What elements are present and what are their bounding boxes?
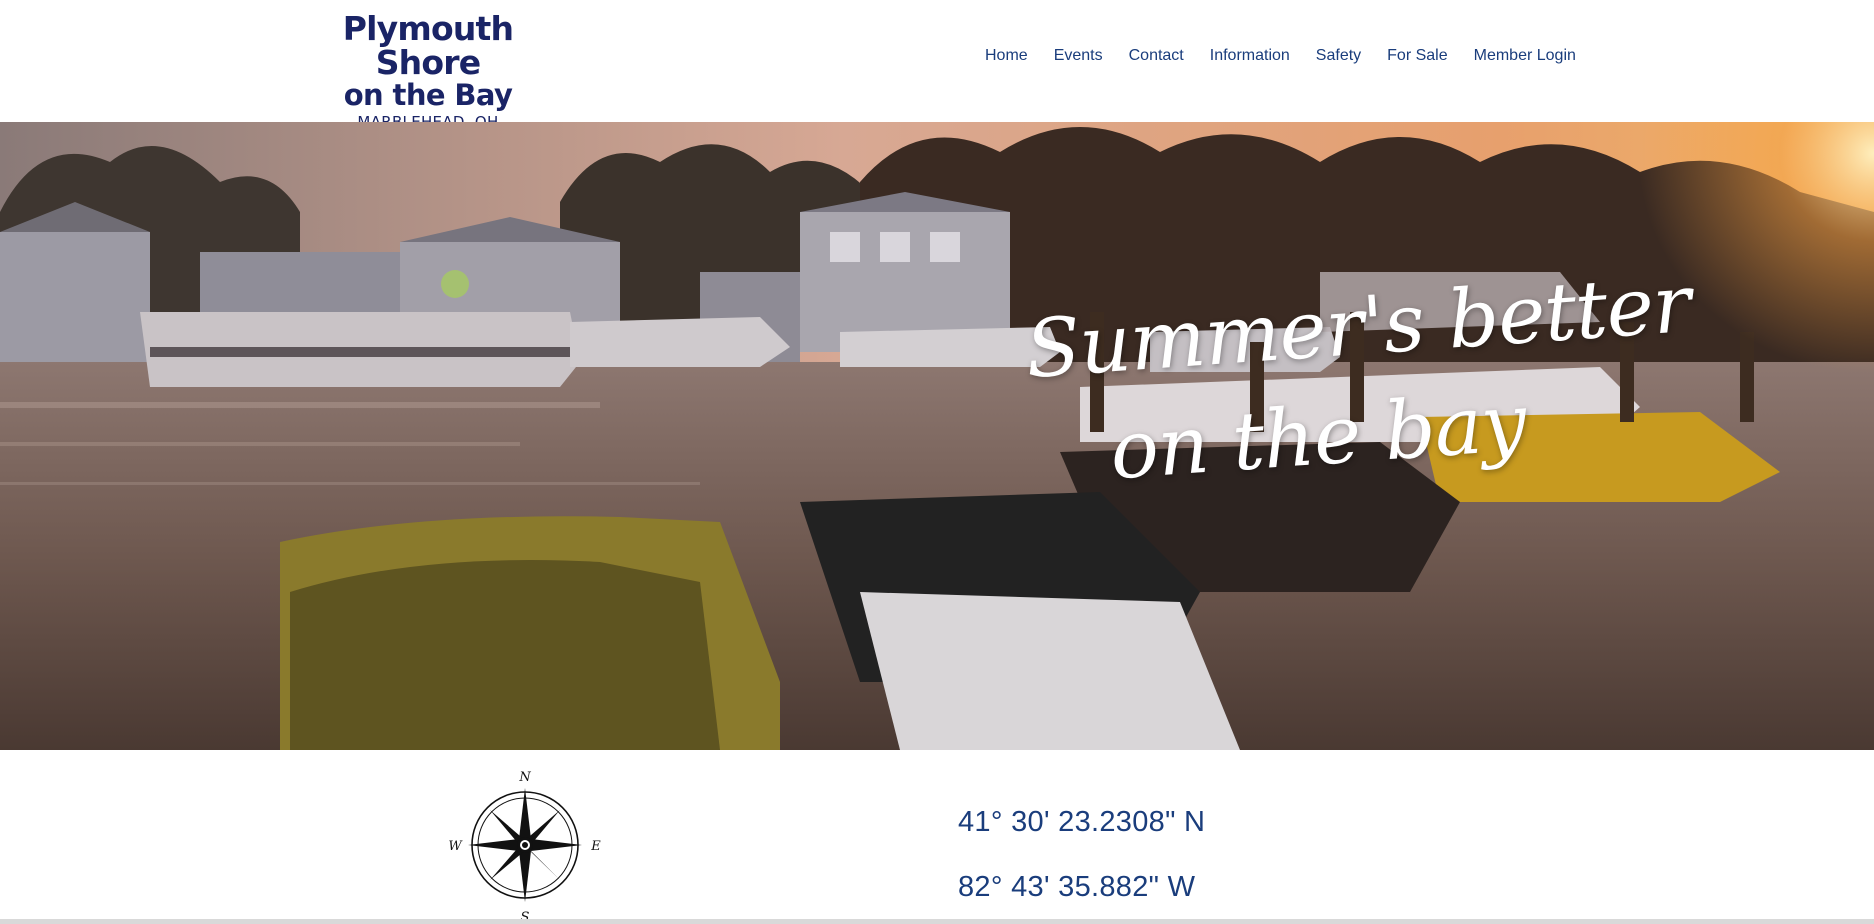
hero-photo [0, 122, 1874, 750]
main-nav: Home Events Contact Information Safety F… [985, 47, 1602, 65]
page-bottom-divider [0, 919, 1874, 924]
longitude-text: 82° 43' 35.882" W [958, 871, 1196, 903]
logo-subtitle: on the Bay [343, 78, 513, 112]
compass-north-label: N [518, 770, 531, 785]
compass-east-label: E [590, 839, 601, 854]
nav-home[interactable]: Home [985, 47, 1028, 65]
nav-events[interactable]: Events [1054, 47, 1103, 65]
site-header: Plymouth Shore on the Bay MARBLEHEAD, OH… [0, 0, 1874, 131]
nav-information[interactable]: Information [1210, 47, 1290, 65]
compass-rose-icon: N S E W [445, 770, 605, 924]
nav-for-sale[interactable]: For Sale [1387, 47, 1447, 65]
logo-title: Plymouth Shore [342, 9, 514, 82]
latitude-text: 41° 30' 23.2308" N [958, 806, 1206, 838]
nav-member-login[interactable]: Member Login [1474, 47, 1576, 65]
nav-contact[interactable]: Contact [1129, 47, 1184, 65]
nav-safety[interactable]: Safety [1316, 47, 1361, 65]
compass-west-label: W [448, 839, 463, 854]
hero-banner: Summer's better on the bay [0, 122, 1874, 750]
site-logo[interactable]: Plymouth Shore on the Bay MARBLEHEAD, OH [296, 12, 560, 132]
